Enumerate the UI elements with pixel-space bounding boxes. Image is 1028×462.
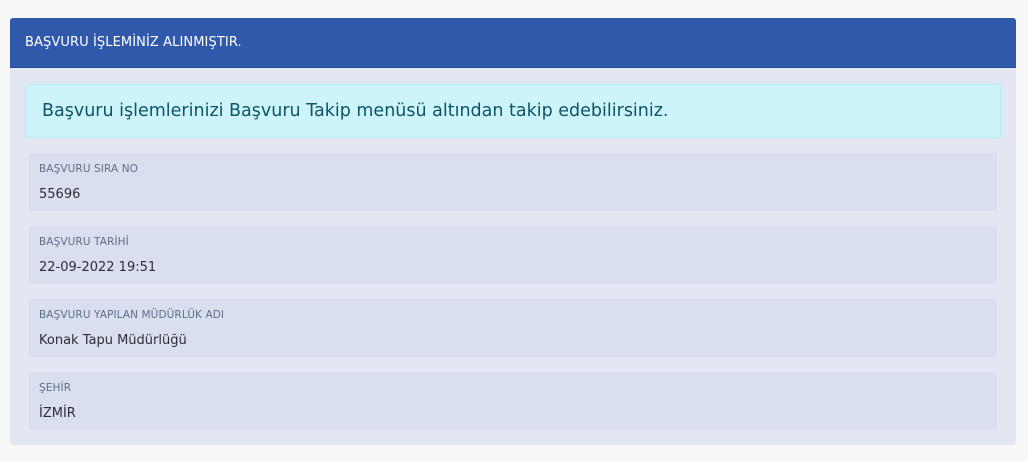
field-value: 55696	[39, 187, 81, 202]
field-value: İZMİR	[39, 406, 76, 421]
field-value: 22-09-2022 19:51	[39, 260, 157, 275]
field-label: BAŞVURU TARİHİ	[39, 236, 129, 248]
field-application-number: BAŞVURU SIRA NO 55696	[29, 153, 997, 211]
panel-title: BAŞVURU İŞLEMİNİZ ALINMIŞTIR.	[10, 18, 1016, 68]
application-result-panel: BAŞVURU İŞLEMİNİZ ALINMIŞTIR. Başvuru iş…	[10, 18, 1016, 445]
info-alert: Başvuru işlemlerinizi Başvuru Takip menü…	[25, 84, 1001, 138]
field-directorate-name: BAŞVURU YAPILAN MÜDÜRLÜK ADI Konak Tapu …	[29, 299, 997, 357]
field-city: ŞEHİR İZMİR	[29, 372, 997, 430]
field-label: BAŞVURU SIRA NO	[39, 163, 139, 175]
field-label: BAŞVURU YAPILAN MÜDÜRLÜK ADI	[39, 309, 225, 321]
field-value: Konak Tapu Müdürlüğü	[39, 333, 187, 348]
field-label: ŞEHİR	[39, 382, 72, 394]
field-application-date: BAŞVURU TARİHİ 22-09-2022 19:51	[29, 226, 997, 284]
